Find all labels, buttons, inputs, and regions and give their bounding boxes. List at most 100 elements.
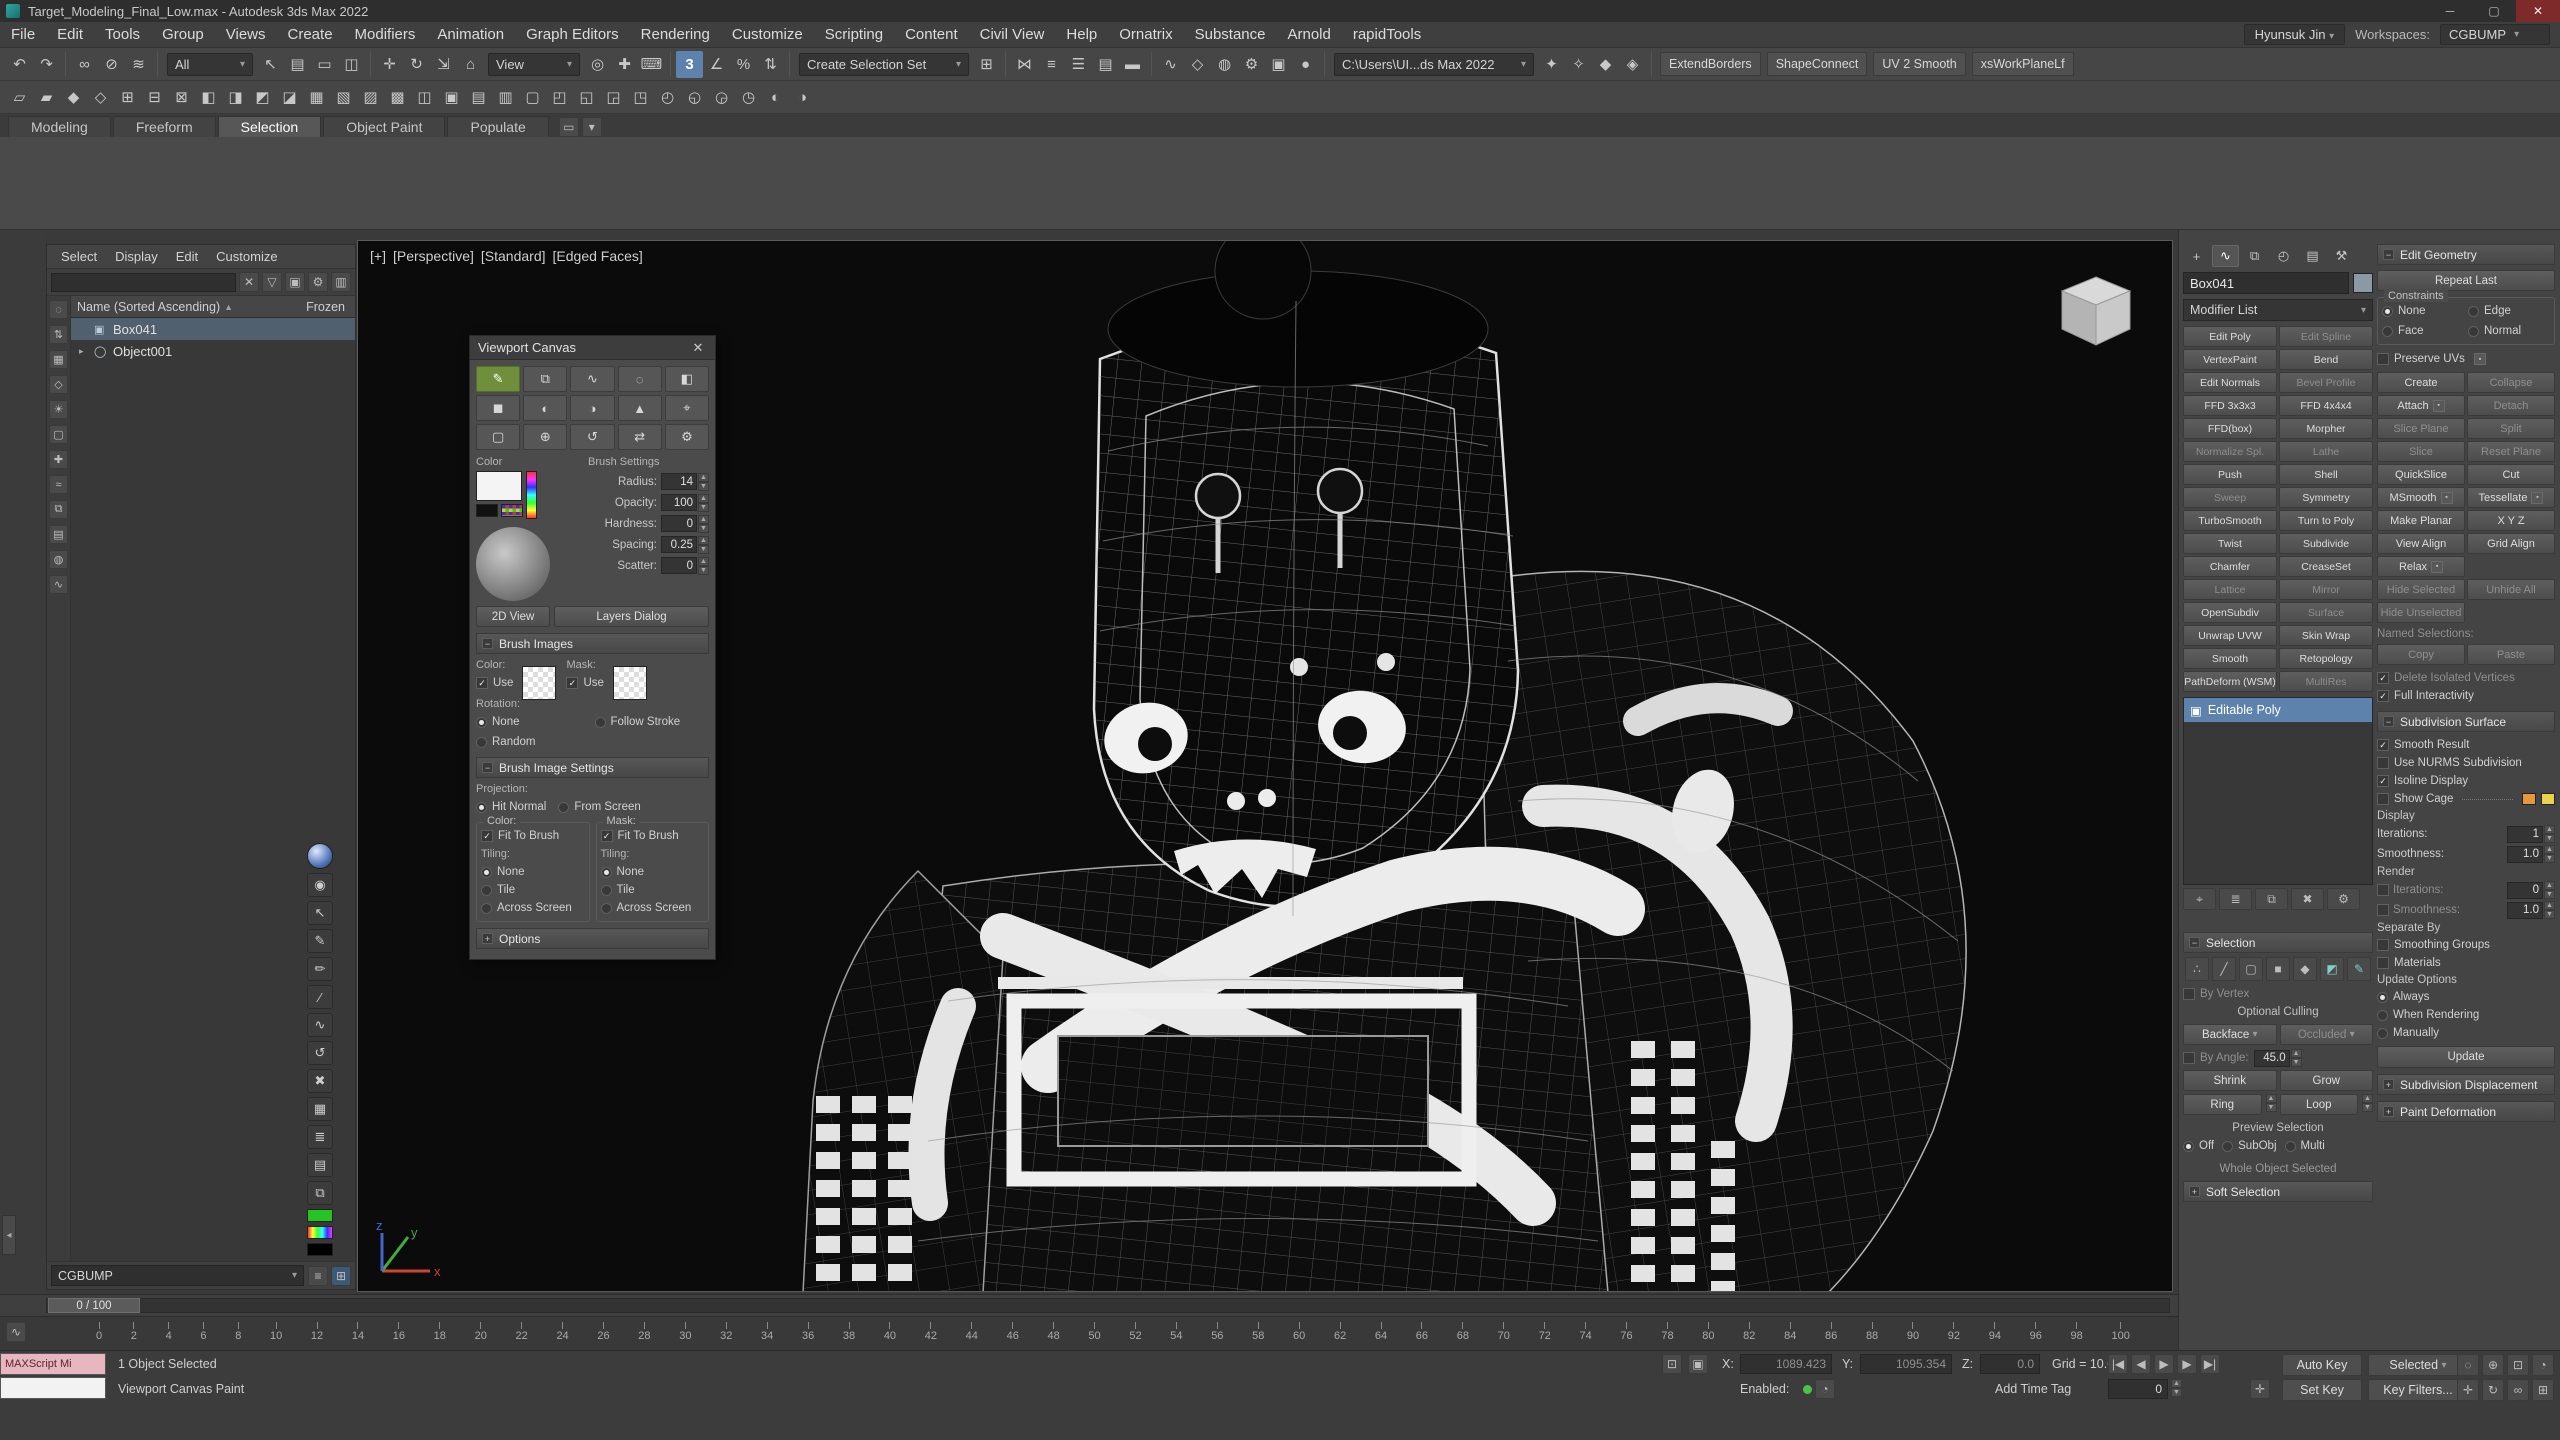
render-smoothness-spinner[interactable]: 1.0▲▼ (2507, 901, 2555, 919)
menu-item[interactable]: Views (215, 26, 277, 43)
layers-icon[interactable]: ≣ (307, 1125, 333, 1149)
filter-xrefs-icon[interactable]: ▤ (49, 525, 68, 544)
selection-rollout-header[interactable]: −Selection (2183, 932, 2373, 953)
viewport-canvas-title-bar[interactable]: Viewport Canvas ✕ (470, 336, 715, 360)
element-subobject-icon[interactable]: ◆ (2293, 957, 2317, 981)
walk-through-icon[interactable]: ∞ (2507, 1379, 2529, 1401)
paint-deformation-rollout-header[interactable]: +Paint Deformation (2377, 1101, 2555, 1122)
pencil-tool-icon[interactable]: ✎ (307, 929, 333, 953)
unwrap-uvw-icon[interactable]: ◳ (627, 84, 654, 111)
filter-groups-icon[interactable]: ⧉ (49, 500, 68, 519)
z-coordinate-field[interactable]: 0.0 (1980, 1354, 2040, 1374)
materials-checkbox[interactable] (2377, 957, 2389, 969)
swift-loop-icon[interactable]: ◇ (87, 84, 114, 111)
track-bar[interactable]: ∿ 02468101214161820222426283032343638404… (0, 1316, 2178, 1350)
clone-stamp-tool[interactable]: ⧉ (523, 366, 567, 392)
ring-button[interactable]: Ring (2183, 1094, 2262, 1115)
by-angle-checkbox[interactable] (2183, 1052, 2195, 1064)
brush-options-tool[interactable]: ⚙ (665, 424, 709, 450)
hard-edge-icon[interactable]: ◲ (600, 84, 627, 111)
measure-tool-icon[interactable]: ∕ (307, 985, 333, 1009)
modifier-button[interactable]: Smooth (2183, 648, 2277, 669)
culling-dropdown-button[interactable]: Backface ▾ (2183, 1024, 2277, 1045)
edit-geometry-button[interactable]: Unhide All (2467, 579, 2555, 600)
target-weld-icon[interactable]: ▦ (303, 84, 330, 111)
inset-faces-icon[interactable]: ◨ (222, 84, 249, 111)
weld-vertices-icon[interactable]: ◪ (276, 84, 303, 111)
modifier-button[interactable]: Unwrap UVW (2183, 625, 2277, 646)
undo-icon[interactable]: ↶ (6, 51, 33, 78)
lock-explorer-icon[interactable]: ▣ (285, 272, 305, 292)
select-object-icon[interactable]: ↖ (257, 51, 284, 78)
collapse-tool-icon[interactable]: ▢ (519, 84, 546, 111)
filter-spacewarps-icon[interactable]: ≈ (49, 475, 68, 494)
orbit-icon[interactable]: ↻ (2482, 1379, 2504, 1401)
maximize-viewport-icon[interactable]: ⊞ (2532, 1379, 2554, 1401)
dialog-close-icon[interactable]: ✕ (689, 339, 707, 357)
brush-setting-spinner[interactable]: 0▲▼ (661, 515, 709, 533)
sharpen-tool[interactable]: ▲ (618, 395, 662, 421)
delete-isolated-vertices-checkbox[interactable]: ✓ (2377, 672, 2389, 684)
smoothing-groups-checkbox[interactable] (2377, 939, 2389, 951)
viewport-label-segment[interactable]: [+] (370, 248, 386, 264)
schematic-view-icon[interactable]: ◇ (1184, 51, 1211, 78)
smooth-result-checkbox[interactable]: ✓ (2377, 739, 2389, 751)
modifier-button[interactable]: FFD 3x3x3 (2183, 395, 2277, 416)
modifier-button[interactable]: Push (2183, 464, 2277, 485)
color-use-checkbox[interactable]: ✓ (476, 677, 488, 689)
ribbon-frame-icon[interactable]: ▭ (559, 117, 579, 137)
scene-object-row[interactable]: ▸ ◯ Object001 (71, 340, 355, 362)
menu-item[interactable]: Create (277, 26, 344, 43)
projection-radio[interactable]: Hit Normal (476, 798, 546, 816)
project-folder-dropdown[interactable]: C:\Users\UI...ds Max 2022▾ (1334, 53, 1534, 76)
pin-stack-icon[interactable]: ⌖ (2183, 888, 2216, 910)
ribbon-minimize-icon[interactable]: ▾ (582, 117, 602, 137)
selection-filter-dropdown[interactable]: All▾ (167, 53, 253, 76)
modifier-button[interactable]: Morpher (2279, 418, 2373, 439)
loop-spinner[interactable]: ▲▼ (2362, 1094, 2373, 1115)
palette-swatch[interactable] (501, 504, 523, 517)
auto-key-button[interactable]: Auto Key (2282, 1354, 2362, 1376)
previous-frame-icon[interactable]: ◀ (2131, 1354, 2151, 1374)
modifier-button[interactable]: Lattice (2183, 579, 2277, 600)
sort-alphabetical-icon[interactable]: ⇅ (49, 325, 68, 344)
transform-gizmo-toggle-icon[interactable]: ✛ (2250, 1379, 2270, 1399)
modifier-button[interactable]: Symmetry (2279, 487, 2373, 508)
remove-modifier-icon[interactable]: ✖ (2291, 888, 2324, 910)
percent-snap-icon[interactable]: % (730, 51, 757, 78)
iterations-spinner[interactable]: 1▲▼ (2507, 825, 2555, 843)
workspace-dropdown[interactable]: CGBUMP▾ (2440, 24, 2550, 45)
grid-icon[interactable]: ▦ (307, 1097, 333, 1121)
display-tab-icon[interactable]: ▤ (2299, 245, 2326, 267)
paint-brush-tool[interactable]: ✎ (476, 366, 520, 392)
modifier-button[interactable]: Chamfer (2183, 556, 2277, 577)
select-and-scale-icon[interactable]: ⇲ (430, 51, 457, 78)
edit-geometry-button[interactable]: MSmooth▪ (2377, 487, 2465, 508)
custom-macro-icon-2[interactable]: ✧ (1565, 51, 1592, 78)
modifier-stack-entry[interactable]: ▣ Editable Poly (2184, 698, 2372, 722)
object-name-field[interactable]: Box041 (2183, 272, 2349, 294)
enabled-led[interactable] (1803, 1385, 1812, 1394)
next-frame-icon[interactable]: ▶ (2177, 1354, 2197, 1374)
edit-geometry-button[interactable]: Slice Plane (2377, 418, 2465, 439)
menu-item[interactable]: Animation (426, 26, 515, 43)
update-button[interactable]: Update (2377, 1046, 2555, 1068)
toggle-ribbon-icon[interactable]: ▬ (1119, 51, 1146, 78)
ribbon-tab[interactable]: Selection (218, 116, 322, 137)
gradient-tool[interactable]: ◧ (665, 366, 709, 392)
mask-fit-checkbox[interactable]: ✓ (601, 830, 613, 842)
full-interactivity-checkbox[interactable]: ✓ (2377, 690, 2389, 702)
dodge-tool[interactable]: ◐ (523, 395, 567, 421)
symmetry-tool-icon[interactable]: ◫ (411, 84, 438, 111)
brush-setting-spinner[interactable]: 14▲▼ (661, 473, 709, 491)
edit-geometry-button[interactable]: View Align (2377, 533, 2465, 554)
menu-item[interactable]: Modifiers (344, 26, 427, 43)
secondary-color-swatch[interactable] (476, 504, 498, 517)
preview-selection-radio[interactable]: SubObj (2222, 1137, 2276, 1155)
modifier-button[interactable]: VertexPaint (2183, 349, 2277, 370)
filter-cameras-icon[interactable]: ▢ (49, 425, 68, 444)
modifier-button[interactable]: FFD 4x4x4 (2279, 395, 2373, 416)
edit-geometry-button[interactable]: Cut (2467, 464, 2555, 485)
edit-geometry-button[interactable]: Reset Plane (2467, 441, 2555, 462)
grow-button[interactable]: Grow (2280, 1070, 2374, 1091)
